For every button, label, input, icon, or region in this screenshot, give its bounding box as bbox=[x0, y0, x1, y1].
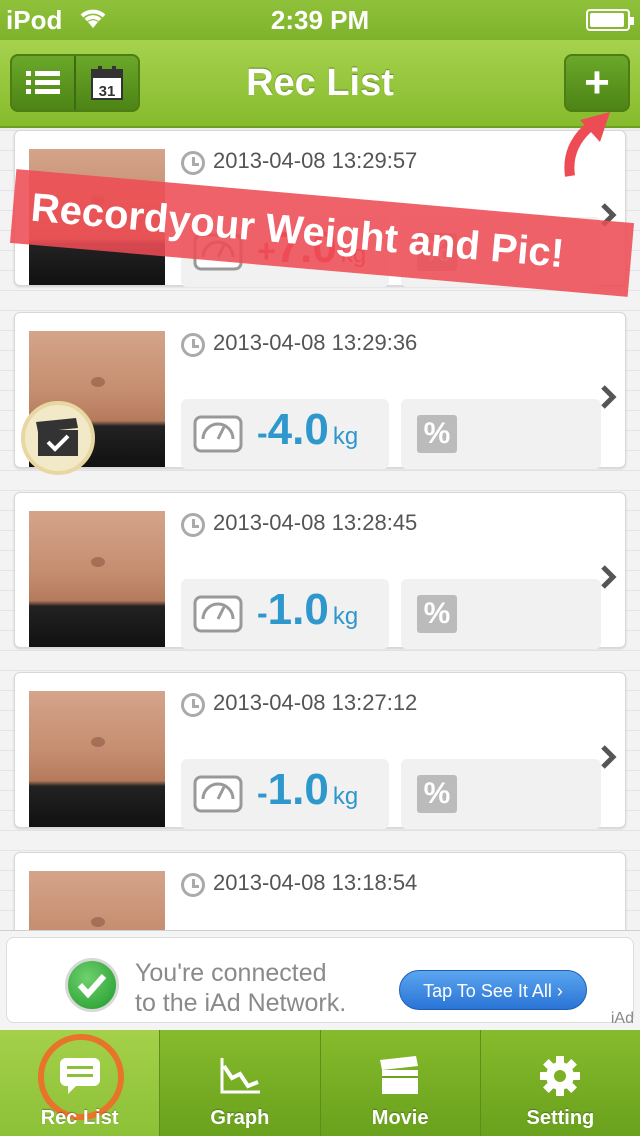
percent-box: % bbox=[401, 399, 601, 469]
tab-label: Rec List bbox=[40, 1107, 119, 1129]
scale-icon bbox=[193, 595, 243, 633]
record-photo bbox=[29, 871, 165, 930]
weight-change-value: -1.0 kg bbox=[257, 585, 358, 635]
weight-change-box: -1.0 kg bbox=[181, 579, 389, 649]
ad-banner[interactable]: You're connected to the iAd Network. Tap… bbox=[0, 930, 640, 1030]
record-card[interactable]: 2013-04-08 13:29:36 -4.0 kg% bbox=[14, 312, 626, 475]
record-date: 2013-04-08 13:18:54 bbox=[213, 870, 418, 895]
check-icon bbox=[65, 958, 119, 1012]
battery-icon bbox=[586, 9, 634, 31]
clock-icon bbox=[181, 333, 205, 357]
clock-icon bbox=[181, 873, 205, 897]
scale-icon bbox=[193, 775, 243, 813]
status-bar: iPod 2:39 PM bbox=[0, 0, 640, 40]
weight-sign: - bbox=[257, 775, 268, 811]
weight-unit: kg bbox=[332, 603, 359, 630]
tab-bar: Rec List Graph Movie Setting bbox=[0, 1030, 640, 1136]
weight-unit: kg bbox=[332, 783, 359, 810]
record-date: 2013-04-08 13:28:45 bbox=[213, 510, 418, 535]
percent-icon: % bbox=[417, 415, 457, 453]
tab-setting[interactable]: Setting bbox=[479, 1030, 640, 1136]
record-card[interactable]: 2013-04-08 13:27:12 -1.0 kg% bbox=[14, 672, 626, 829]
tab-label: Graph bbox=[210, 1107, 270, 1129]
weight-number: 1.0 bbox=[267, 765, 329, 814]
gear-icon bbox=[540, 1056, 581, 1096]
weight-change-value: -1.0 kg bbox=[257, 765, 358, 815]
arrow-icon bbox=[564, 112, 610, 177]
nav-bar: 31 Rec List + bbox=[0, 40, 640, 128]
clapperboard-icon bbox=[36, 418, 78, 456]
ad-line-2: to the iAd Network. bbox=[135, 989, 347, 1017]
weight-sign: - bbox=[257, 415, 268, 451]
weight-number: 4.0 bbox=[267, 405, 329, 454]
chevron-right-icon bbox=[601, 745, 617, 769]
weight-change-box: -4.0 kg bbox=[181, 399, 389, 469]
record-photo bbox=[29, 691, 165, 827]
status-time: 2:39 PM bbox=[270, 5, 370, 35]
ad-banner-inner: You're connected to the iAd Network. Tap… bbox=[6, 937, 634, 1023]
percent-box: % bbox=[401, 579, 601, 649]
record-date: 2013-04-08 13:27:12 bbox=[213, 690, 418, 715]
clock-icon bbox=[181, 693, 205, 717]
ad-message: You're connected to the iAd Network. bbox=[135, 958, 346, 1018]
weight-number: 1.0 bbox=[267, 585, 329, 634]
record-date: 2013-04-08 13:29:36 bbox=[213, 330, 418, 355]
weight-change-box: -1.0 kg bbox=[181, 759, 389, 829]
record-photo bbox=[29, 511, 165, 647]
chevron-right-icon bbox=[601, 385, 617, 409]
page-title: Rec List bbox=[246, 62, 394, 104]
weight-change-value: -4.0 kg bbox=[257, 405, 358, 455]
graph-icon bbox=[220, 1058, 260, 1094]
percent-box: % bbox=[401, 759, 601, 829]
tab-movie[interactable]: Movie bbox=[319, 1030, 480, 1136]
tab-rec-list[interactable]: Rec List bbox=[0, 1030, 160, 1136]
tab-graph[interactable]: Graph bbox=[159, 1030, 319, 1136]
record-date: 2013-04-08 13:29:57 bbox=[213, 148, 418, 173]
ad-cta-label: Tap To See It All bbox=[423, 981, 552, 1001]
clock-icon bbox=[181, 513, 205, 537]
ad-cta-button[interactable]: Tap To See It All › bbox=[399, 970, 587, 1010]
video-badge bbox=[21, 401, 95, 475]
chevron-right-icon: › bbox=[556, 981, 563, 1001]
percent-icon: % bbox=[417, 595, 457, 633]
clock-icon bbox=[181, 151, 205, 175]
ad-line-1: You're connected bbox=[135, 959, 327, 987]
tab-label: Movie bbox=[371, 1107, 429, 1129]
clapperboard-icon bbox=[380, 1056, 419, 1094]
tab-label: Setting bbox=[526, 1107, 595, 1129]
weight-sign: - bbox=[257, 595, 268, 631]
record-card[interactable]: 2013-04-08 13:28:45 -1.0 kg% bbox=[14, 492, 626, 649]
chevron-right-icon bbox=[601, 565, 617, 589]
iad-logo: iAd bbox=[610, 1010, 634, 1027]
speech-bubble-icon bbox=[59, 1058, 100, 1094]
percent-icon: % bbox=[417, 775, 457, 813]
record-card[interactable]: 2013-04-08 13:18:54 bbox=[14, 852, 626, 930]
weight-unit: kg bbox=[332, 423, 359, 450]
scale-icon bbox=[193, 415, 243, 453]
